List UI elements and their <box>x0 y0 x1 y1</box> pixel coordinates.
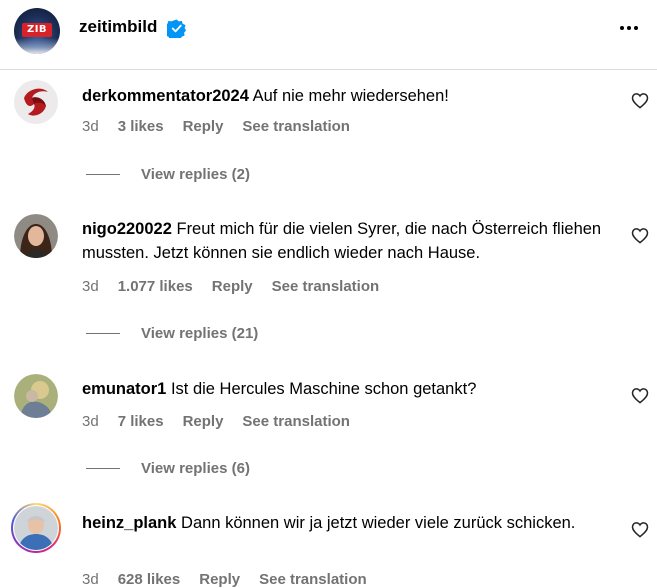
zib-logo: ZIB <box>22 23 52 37</box>
comment-time: 3d <box>82 118 99 135</box>
see-translation-button[interactable]: See translation <box>242 413 350 430</box>
reply-button[interactable]: Reply <box>183 118 224 135</box>
like-heart-icon[interactable] <box>631 227 649 244</box>
view-replies-label: View replies (2) <box>141 166 250 183</box>
like-heart-icon[interactable] <box>631 387 649 404</box>
account-username[interactable]: zeitimbild <box>79 17 157 37</box>
see-translation-button[interactable]: See translation <box>242 118 350 135</box>
view-replies-button[interactable]: View replies (6) <box>86 460 250 477</box>
avatar-image <box>14 374 58 418</box>
comment-time: 3d <box>82 571 99 588</box>
replies-divider-line <box>86 174 120 175</box>
comment-body: Auf nie mehr wiedersehen! <box>252 87 449 105</box>
verified-badge-icon <box>167 19 186 38</box>
comment-username[interactable]: heinz_plank <box>82 514 176 532</box>
post-header: ZIB zeitimbild <box>0 0 657 70</box>
comment-likes[interactable]: 628 likes <box>118 571 181 588</box>
user-avatar[interactable] <box>14 506 58 550</box>
comment-time: 3d <box>82 278 99 295</box>
like-heart-icon[interactable] <box>631 521 649 538</box>
user-avatar[interactable] <box>14 374 58 418</box>
comment-meta: 3d 1.077 likes Reply See translation <box>82 278 398 295</box>
comment-body: Dann können wir ja jetzt wieder viele zu… <box>181 514 576 532</box>
comment-likes[interactable]: 7 likes <box>118 413 164 430</box>
user-avatar[interactable] <box>14 80 58 124</box>
comment-text: derkommentator2024 Auf nie mehr wiederse… <box>82 84 617 108</box>
comment-username[interactable]: nigo220022 <box>82 220 172 238</box>
view-replies-button[interactable]: View replies (2) <box>86 166 250 183</box>
comment-text: heinz_plank Dann können wir ja jetzt wie… <box>82 511 617 535</box>
view-replies-button[interactable]: View replies (21) <box>86 325 258 342</box>
comment-meta: 3d 628 likes Reply See translation <box>82 571 386 588</box>
comment-meta: 3d 3 likes Reply See translation <box>82 118 369 135</box>
reply-button[interactable]: Reply <box>212 278 253 295</box>
comment-text: nigo220022 Freut mich für die vielen Syr… <box>82 217 617 265</box>
avatar-image <box>14 80 58 124</box>
like-heart-icon[interactable] <box>631 92 649 109</box>
reply-button[interactable]: Reply <box>199 571 240 588</box>
replies-divider-line <box>86 468 120 469</box>
account-avatar[interactable]: ZIB <box>14 8 60 54</box>
see-translation-button[interactable]: See translation <box>259 571 367 588</box>
avatar-image <box>14 214 58 258</box>
avatar-image <box>14 506 58 550</box>
comment-likes[interactable]: 3 likes <box>118 118 164 135</box>
comment-text: emunator1 Ist die Hercules Maschine scho… <box>82 377 617 401</box>
comment-username[interactable]: derkommentator2024 <box>82 87 249 105</box>
comment-meta: 3d 7 likes Reply See translation <box>82 413 369 430</box>
comment-username[interactable]: emunator1 <box>82 380 166 398</box>
comment-time: 3d <box>82 413 99 430</box>
user-avatar[interactable] <box>14 214 58 258</box>
see-translation-button[interactable]: See translation <box>272 278 380 295</box>
comment-likes[interactable]: 1.077 likes <box>118 278 193 295</box>
view-replies-label: View replies (6) <box>141 460 250 477</box>
replies-divider-line <box>86 333 120 334</box>
logo-glow <box>14 38 60 54</box>
reply-button[interactable]: Reply <box>183 413 224 430</box>
comment-body: Ist die Hercules Maschine schon getankt? <box>170 380 477 398</box>
view-replies-label: View replies (21) <box>141 325 259 342</box>
more-options-icon[interactable] <box>617 18 641 38</box>
